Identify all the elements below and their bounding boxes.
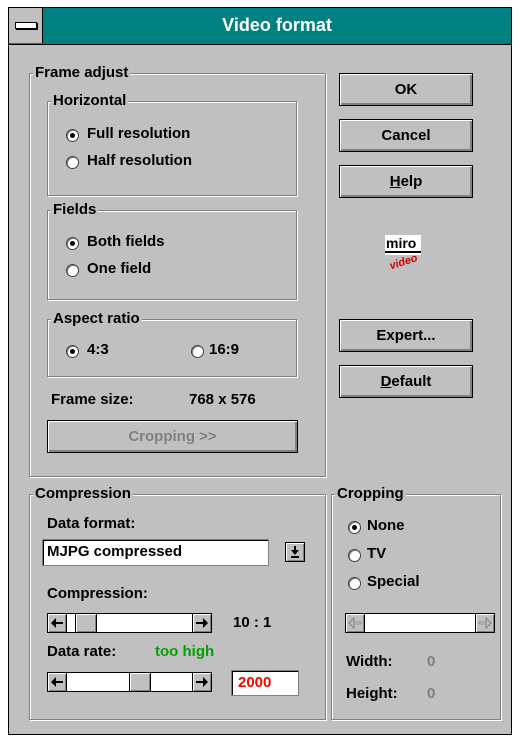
data-format-dropdown[interactable]: MJPG compressed xyxy=(42,539,269,566)
cropping-special-radio[interactable] xyxy=(348,577,361,590)
default-mnemonic: D xyxy=(380,373,392,390)
both-fields-label[interactable]: Both fields xyxy=(87,233,165,251)
compression-slider-track[interactable] xyxy=(66,613,193,633)
cancel-button[interactable]: Cancel xyxy=(339,119,473,152)
horizontal-label: Horizontal xyxy=(51,92,129,109)
data-rate-value: 2000 xyxy=(238,674,272,691)
cropping-left-button xyxy=(345,613,365,633)
one-field-radio[interactable] xyxy=(66,264,79,277)
full-resolution-radio[interactable] xyxy=(66,129,79,142)
data-format-value: MJPG compressed xyxy=(47,543,183,560)
cropping-right-button xyxy=(475,613,495,633)
half-resolution-radio[interactable] xyxy=(66,156,79,169)
frame-size-label: Frame size: xyxy=(51,391,134,408)
cropping-none-radio[interactable] xyxy=(348,521,361,534)
system-menu-button[interactable] xyxy=(9,8,43,43)
default-label-rest: efault xyxy=(391,373,432,390)
data-rate-right-button[interactable] xyxy=(192,672,212,692)
data-rate-status: too high xyxy=(155,643,215,660)
aspect-16-9-radio[interactable] xyxy=(191,345,204,358)
miro-video-logo: miro video xyxy=(385,235,421,272)
full-resolution-label[interactable]: Full resolution xyxy=(87,125,190,143)
aspect-16-9-label[interactable]: 16:9 xyxy=(209,341,239,359)
compression-right-button[interactable] xyxy=(192,613,212,633)
cancel-label: Cancel xyxy=(381,127,431,144)
ok-label: OK xyxy=(394,81,418,98)
cropping-tv-radio[interactable] xyxy=(348,549,361,562)
fields-group xyxy=(47,210,297,300)
help-mnemonic: H xyxy=(389,173,401,190)
default-label: Default xyxy=(381,373,432,390)
left-arrow-icon xyxy=(51,677,63,687)
left-arrow-icon xyxy=(51,618,63,628)
aspect-ratio-label: Aspect ratio xyxy=(51,310,142,327)
cropping-expand-button: Cropping >> xyxy=(47,420,298,453)
data-format-dropdown-button[interactable] xyxy=(285,542,305,562)
logo-text-miro: miro xyxy=(386,235,416,251)
aspect-ratio-group xyxy=(47,319,297,377)
default-button[interactable]: Default xyxy=(339,365,473,398)
system-menu-icon xyxy=(15,22,37,29)
frame-size-value: 768 x 576 xyxy=(189,391,256,408)
logo-text-video: video xyxy=(388,252,419,272)
right-arrow-icon xyxy=(196,677,208,687)
data-rate-slider-thumb[interactable] xyxy=(129,672,151,692)
cropping-width-value: 0 xyxy=(427,653,436,670)
both-fields-radio[interactable] xyxy=(66,237,79,250)
left-arrow-icon xyxy=(348,616,362,630)
cropping-none-label[interactable]: None xyxy=(367,517,405,535)
cropping-expand-label: Cropping >> xyxy=(128,428,217,445)
compression-label: Compression: xyxy=(47,585,148,602)
data-rate-label: Data rate: xyxy=(47,643,117,660)
data-format-label: Data format: xyxy=(47,515,136,532)
compression-slider-thumb[interactable] xyxy=(75,613,97,633)
help-label-rest: elp xyxy=(400,173,423,190)
fields-label: Fields xyxy=(51,201,99,218)
help-label: Help xyxy=(390,173,423,190)
title-bar: Video format xyxy=(9,8,511,45)
right-arrow-icon xyxy=(478,616,492,630)
cropping-special-label[interactable]: Special xyxy=(367,573,420,591)
expert-button[interactable]: Expert... xyxy=(339,319,473,352)
video-format-dialog: Video format Frame adjust Horizontal Ful… xyxy=(8,7,512,735)
aspect-4-3-label[interactable]: 4:3 xyxy=(87,341,109,359)
ok-button[interactable]: OK xyxy=(339,73,473,106)
aspect-4-3-radio[interactable] xyxy=(66,345,79,358)
dropdown-arrow-icon xyxy=(291,546,299,558)
data-rate-input[interactable]: 2000 xyxy=(231,670,299,696)
cropping-tv-label[interactable]: TV xyxy=(367,545,386,563)
data-rate-left-button[interactable] xyxy=(47,672,67,692)
one-field-label[interactable]: One field xyxy=(87,260,151,278)
half-resolution-label[interactable]: Half resolution xyxy=(87,152,192,170)
data-rate-slider-track[interactable] xyxy=(66,672,193,692)
horizontal-group xyxy=(47,101,297,196)
cropping-height-label: Height: xyxy=(346,685,398,702)
cropping-width-label: Width: xyxy=(346,653,393,670)
window-title: Video format xyxy=(222,15,332,35)
compression-group-label: Compression xyxy=(33,485,133,502)
cropping-slider-track xyxy=(364,613,476,633)
help-button[interactable]: Help xyxy=(339,165,473,198)
compression-left-button[interactable] xyxy=(47,613,67,633)
frame-adjust-label: Frame adjust xyxy=(33,64,131,81)
expert-label: Expert... xyxy=(376,327,436,344)
right-arrow-icon xyxy=(196,618,208,628)
cropping-group-label: Cropping xyxy=(335,485,406,502)
cropping-height-value: 0 xyxy=(427,685,436,702)
compression-ratio-value: 10 : 1 xyxy=(233,614,272,631)
